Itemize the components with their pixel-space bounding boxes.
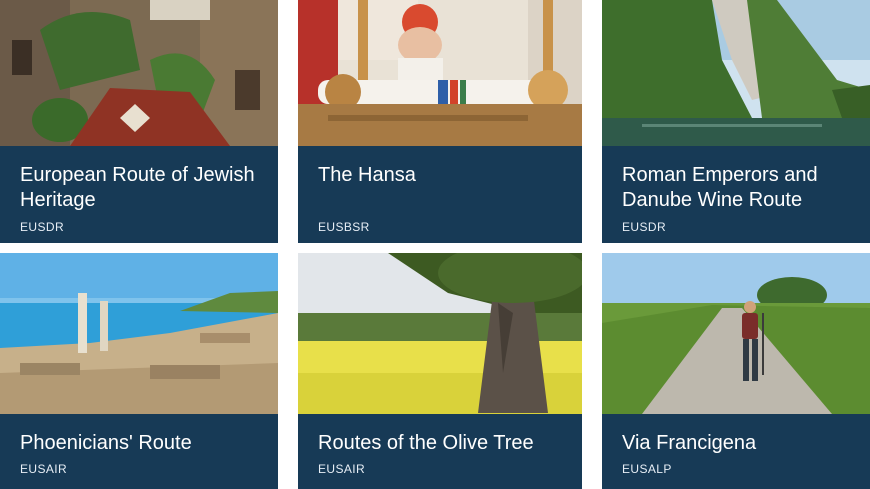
route-title: Via Francigena xyxy=(622,432,757,454)
routes-grid: European Route of Jewish Heritage EUSDR xyxy=(0,0,870,489)
route-card-panel: Via Francigena EUSALP xyxy=(602,414,870,489)
route-card-panel: Phoenicians' Route EUSAIR xyxy=(0,414,278,489)
route-card-olive-tree[interactable]: Routes of the Olive Tree EUSAIR xyxy=(298,253,582,489)
route-title: Roman Emperors and Danube Wine Route xyxy=(622,164,818,211)
route-title: Routes of the Olive Tree xyxy=(318,432,534,454)
route-photo-ruins-coast xyxy=(0,253,278,414)
route-region-tag: EUSDR xyxy=(20,220,65,234)
route-card-panel: Roman Emperors and Danube Wine Route EUS… xyxy=(602,146,870,243)
route-title: Phoenicians' Route xyxy=(20,432,192,454)
route-photo-pilgrim-path xyxy=(602,253,870,414)
route-photo-danube-cliffs xyxy=(602,0,870,146)
route-card-hansa[interactable]: The Hansa EUSBSR xyxy=(298,0,582,243)
route-card-panel: European Route of Jewish Heritage EUSDR xyxy=(0,146,278,243)
route-photo-olive-field xyxy=(298,253,582,414)
route-title: The Hansa xyxy=(318,164,416,186)
route-title: European Route of Jewish Heritage xyxy=(20,164,255,211)
route-card-via-francigena[interactable]: Via Francigena EUSALP xyxy=(602,253,870,489)
route-photo-loom xyxy=(298,0,582,146)
route-region-tag: EUSAIR xyxy=(20,462,68,476)
route-region-tag: EUSAIR xyxy=(318,462,366,476)
route-card-roman-emperors[interactable]: Roman Emperors and Danube Wine Route EUS… xyxy=(602,0,870,243)
route-card-panel: Routes of the Olive Tree EUSAIR xyxy=(298,414,582,489)
route-region-tag: EUSALP xyxy=(622,462,672,476)
route-region-tag: EUSBSR xyxy=(318,220,370,234)
route-photo-courtyard xyxy=(0,0,278,146)
route-region-tag: EUSDR xyxy=(622,220,667,234)
route-card-jewish-heritage[interactable]: European Route of Jewish Heritage EUSDR xyxy=(0,0,278,243)
route-card-phoenicians[interactable]: Phoenicians' Route EUSAIR xyxy=(0,253,278,489)
route-card-panel: The Hansa EUSBSR xyxy=(298,146,582,243)
